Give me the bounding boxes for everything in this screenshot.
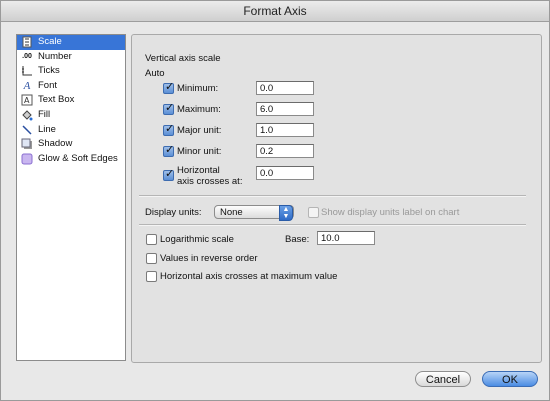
reverse-order-label: Values in reverse order [160,253,258,264]
sidebar-item-line[interactable]: Line [17,123,125,138]
format-axis-dialog: Format Axis Scale .00 Number Ticks A Fon… [0,0,550,401]
major-unit-field[interactable]: 1.0 [256,123,314,137]
glow-icon [21,153,33,165]
minimum-auto-checkbox[interactable]: ✓ [163,81,174,94]
sidebar-item-label: Number [38,50,72,62]
sidebar-item-label: Ticks [38,65,60,77]
separator [139,195,526,197]
display-units-value: None [220,207,243,218]
sidebar-item-label: Scale [38,36,62,47]
minor-unit-auto-checkbox[interactable]: ✓ [163,144,174,157]
ok-button[interactable]: OK [482,371,538,387]
sidebar-item-ticks[interactable]: Ticks [17,64,125,79]
sidebar-item-label: Shadow [38,138,73,150]
maximum-label: Maximum: [177,104,221,115]
number-format-icon: .00 [22,52,32,60]
maximum-field[interactable]: 6.0 [256,102,314,116]
display-units-select[interactable]: None ▲ ▼ [214,205,294,221]
sidebar-item-label: Line [38,123,56,135]
sidebar-item-font[interactable]: A Font [17,79,125,94]
section-title: Vertical axis scale [145,53,221,64]
category-list: Scale .00 Number Ticks A Font A Text Box [16,34,126,361]
cancel-button[interactable]: Cancel [415,371,471,387]
reverse-order-checkbox[interactable] [146,253,157,264]
separator [139,224,526,226]
logarithmic-scale-label: Logarithmic scale [160,234,234,245]
auto-label: Auto [145,68,165,79]
base-field[interactable]: 10.0 [317,231,375,245]
show-display-units-label: Show display units label on chart [321,207,460,218]
font-icon: A [23,79,31,92]
text-box-icon: A [21,94,33,106]
minimum-label: Minimum: [177,83,219,94]
horizontal-crosses-label-line2: axis crosses at: [177,176,243,187]
svg-text:A: A [24,96,30,105]
logarithmic-scale-checkbox[interactable] [146,234,157,245]
sidebar-item-label: Font [38,79,58,91]
minimum-field[interactable]: 0.0 [256,81,314,95]
crosses-at-max-label: Horizontal axis crosses at maximum value [160,271,338,282]
sidebar-item-number[interactable]: .00 Number [17,50,125,65]
sidebar-item-label: Glow & Soft Edges [38,152,118,164]
window-title: Format Axis [1,1,549,22]
chevron-updown-icon: ▲ ▼ [279,205,293,221]
major-unit-auto-checkbox[interactable]: ✓ [163,123,174,136]
scale-options-panel: Vertical axis scale Auto ✓ Minimum: 0.0 … [131,34,542,363]
sidebar-item-glow[interactable]: Glow & Soft Edges [17,152,125,167]
sidebar-item-shadow[interactable]: Shadow [17,137,125,152]
shadow-icon [21,138,33,150]
sidebar-item-scale[interactable]: Scale [17,35,125,50]
scale-icon [21,36,33,48]
minor-unit-field[interactable]: 0.2 [256,144,314,158]
sidebar-item-fill[interactable]: Fill [17,108,125,123]
base-label: Base: [285,234,310,245]
line-icon [21,124,33,136]
horizontal-crosses-auto-checkbox[interactable]: ✓ [163,168,174,181]
minor-unit-label: Minor unit: [177,146,222,157]
horizontal-crosses-label-line1: Horizontal [177,165,220,176]
sidebar-item-text-box[interactable]: A Text Box [17,93,125,108]
horizontal-crosses-field[interactable]: 0.0 [256,166,314,180]
crosses-at-max-checkbox[interactable] [146,271,157,282]
ticks-icon [21,65,33,77]
sidebar-item-label: Text Box [38,94,75,106]
fill-bucket-icon [21,109,33,121]
sidebar-item-label: Fill [38,108,51,120]
major-unit-label: Major unit: [177,125,222,136]
display-units-label: Display units: [145,207,202,218]
maximum-auto-checkbox[interactable]: ✓ [163,102,174,115]
show-display-units-checkbox[interactable] [308,207,319,218]
